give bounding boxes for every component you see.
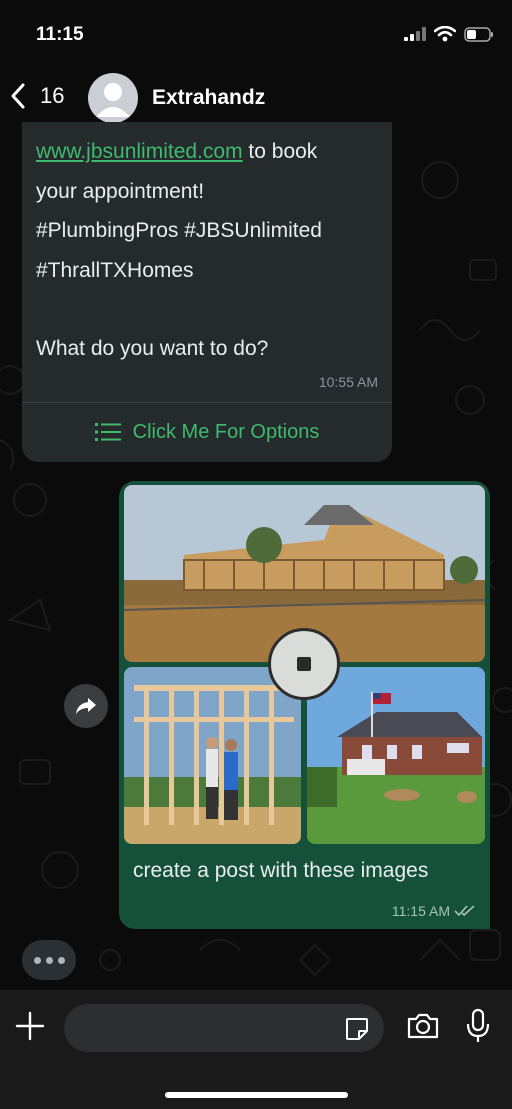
stop-icon [297, 657, 311, 671]
outgoing-time-label: 11:15 AM [391, 903, 450, 919]
incoming-message-time: 10:55 AM [318, 374, 378, 390]
stop-upload-button[interactable] [268, 628, 340, 700]
wall-framing-image[interactable] [124, 667, 301, 844]
website-link[interactable]: www.jbsunlimited.com [36, 140, 243, 163]
avatar[interactable] [88, 73, 138, 123]
message-input[interactable] [64, 1004, 384, 1052]
divider [22, 402, 392, 403]
wifi-icon [434, 26, 456, 42]
attach-button[interactable] [14, 1010, 46, 1047]
typing-indicator [22, 940, 76, 980]
plus-icon [15, 1011, 45, 1041]
message-line-1: to book [242, 140, 318, 163]
outgoing-message-time: 11:15 AM [392, 903, 476, 919]
battery-icon [464, 26, 493, 42]
forward-icon [76, 698, 96, 714]
double-check-icon [454, 905, 475, 917]
unread-count: 16 [40, 83, 65, 108]
list-icon [94, 423, 121, 441]
options-button[interactable]: Click Me For Options [22, 412, 392, 452]
home-indicator[interactable] [165, 1092, 348, 1098]
building-lawn-image[interactable] [307, 667, 485, 844]
outgoing-message-text: create a post with these images [133, 859, 429, 882]
contact-name[interactable]: Extrahandz [152, 86, 265, 110]
camera-button[interactable] [406, 1012, 440, 1045]
message-line-2: your appointment! [36, 179, 205, 203]
forward-button[interactable] [64, 684, 108, 728]
incoming-message-bubble: www.jbsunlimited.com to book your appoin… [22, 122, 392, 462]
typing-dot [45, 956, 53, 964]
typing-dot [57, 956, 65, 964]
typing-dot [33, 956, 41, 964]
person-icon [96, 83, 130, 117]
status-bar: 11:15 [0, 0, 512, 70]
incoming-message-text: www.jbsunlimited.com to book your appoin… [36, 132, 376, 369]
microphone-button[interactable] [466, 1008, 490, 1049]
chat-header: 16 Extrahandz [0, 70, 512, 128]
sticker-icon [346, 1018, 368, 1040]
microphone-icon [466, 1008, 490, 1042]
options-label: Click Me For Options [132, 420, 320, 443]
signal-icon [404, 27, 426, 41]
message-line-3: #PlumbingPros #JBSUnlimited [36, 219, 322, 242]
message-line-4: #ThrallTXHomes [36, 258, 194, 282]
message-line-5: What do you want to do? [36, 337, 269, 360]
back-button[interactable]: 16 [10, 82, 64, 110]
chevron-left-icon [11, 83, 25, 109]
status-time: 11:15 [36, 24, 84, 45]
sticker-button[interactable] [344, 1016, 370, 1047]
camera-icon [407, 1013, 439, 1039]
outgoing-message-bubble: create a post with these images 11:15 AM [119, 481, 490, 929]
